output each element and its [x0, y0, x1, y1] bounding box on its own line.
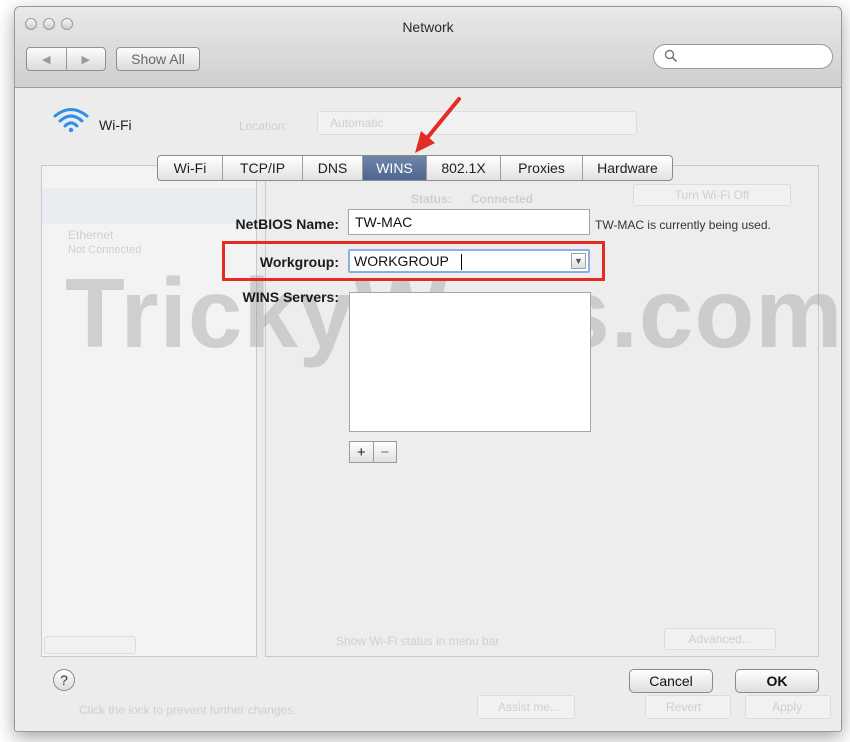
- advanced-button: Advanced...: [664, 628, 776, 650]
- title-bar: Network ◀ ▶ Show All: [15, 7, 841, 88]
- sidebar-item-ethernet-status: Not Connected: [68, 244, 142, 256]
- show-menu-bar-label: Show Wi-Fi status in menu bar: [336, 634, 500, 648]
- interface-name: Wi-Fi: [99, 117, 132, 133]
- apply-label: Apply: [772, 700, 803, 714]
- workgroup-value[interactable]: WORKGROUP: [354, 253, 449, 269]
- annotation-arrow-icon: [415, 97, 461, 153]
- advanced-tabs: Wi-Fi TCP/IP DNS WINS 802.1X Proxies Har…: [157, 155, 673, 181]
- add-server-button[interactable]: +: [350, 442, 373, 462]
- service-list-sidebar: Ethernet Not Connected: [41, 165, 257, 657]
- cancel-button[interactable]: Cancel: [629, 669, 713, 693]
- wins-servers-label: WINS Servers:: [242, 289, 339, 305]
- revert-button: Revert: [645, 695, 731, 719]
- workgroup-label: Workgroup:: [259, 254, 339, 270]
- tab-proxies[interactable]: Proxies: [500, 156, 582, 180]
- tab-wins[interactable]: WINS: [362, 156, 426, 180]
- apply-button: Apply: [745, 695, 831, 719]
- tab-tcpip[interactable]: TCP/IP: [222, 156, 302, 180]
- tab-dns[interactable]: DNS: [302, 156, 362, 180]
- window-title: Network: [402, 19, 454, 35]
- assist-me-label: Assist me...: [498, 700, 561, 714]
- turn-wifi-off-button: Turn Wi-Fi Off: [633, 184, 791, 206]
- remove-server-button[interactable]: −: [372, 442, 397, 462]
- tab-8021x[interactable]: 802.1X: [426, 156, 500, 180]
- location-popup: Automatic: [317, 111, 637, 135]
- wifi-icon: [53, 108, 89, 133]
- back-forward-control: ◀ ▶: [26, 47, 106, 71]
- wins-servers-list[interactable]: [349, 292, 591, 432]
- workgroup-combo-box[interactable]: WORKGROUP ▼: [348, 249, 590, 273]
- ok-button[interactable]: OK: [735, 669, 819, 693]
- help-button[interactable]: ?: [53, 669, 75, 691]
- tab-hardware[interactable]: Hardware: [582, 156, 672, 180]
- tab-wifi[interactable]: Wi-Fi: [158, 156, 222, 180]
- location-value: Automatic: [330, 116, 384, 130]
- wins-add-remove-control: + −: [349, 441, 397, 463]
- assist-me-button: Assist me...: [477, 695, 575, 719]
- search-field[interactable]: [653, 44, 833, 69]
- netbios-status-note: TW-MAC is currently being used.: [595, 218, 771, 232]
- netbios-name-field[interactable]: TW-MAC: [348, 209, 590, 235]
- search-icon: [664, 49, 678, 63]
- forward-arrow-icon[interactable]: ▶: [65, 48, 106, 70]
- chevron-down-icon[interactable]: ▼: [571, 253, 586, 269]
- show-all-button[interactable]: Show All: [116, 47, 200, 71]
- revert-label: Revert: [666, 700, 702, 714]
- status-label: Status:: [411, 192, 452, 206]
- text-cursor: [461, 254, 462, 270]
- location-label: Location:: [239, 119, 288, 133]
- back-arrow-icon[interactable]: ◀: [27, 48, 66, 70]
- status-value: Connected: [471, 192, 534, 206]
- lock-text: Click the lock to prevent further change…: [79, 703, 297, 717]
- sidebar-item-ethernet-name: Ethernet: [68, 228, 114, 242]
- network-preferences-window: Network ◀ ▶ Show All Ethernet Not Connec…: [14, 6, 842, 732]
- netbios-name-label: NetBIOS Name:: [235, 216, 339, 232]
- sidebar-add-remove-control: [44, 636, 136, 654]
